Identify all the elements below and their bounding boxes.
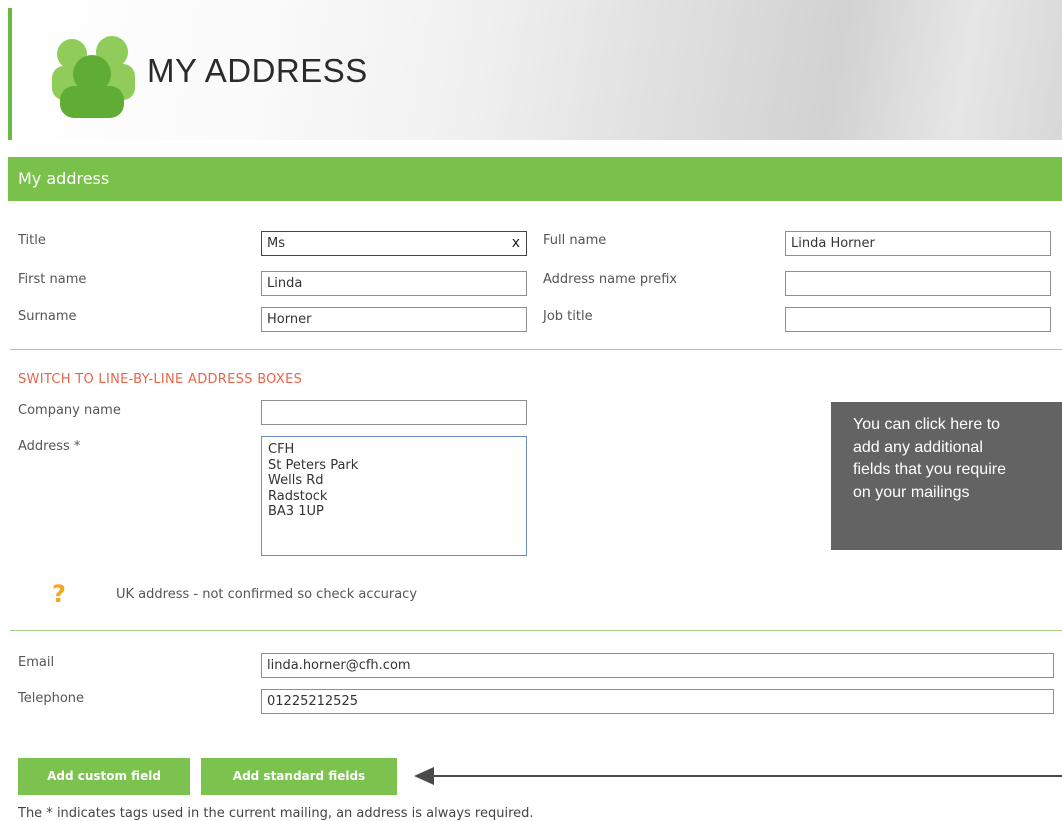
- address-line: Radstock: [268, 488, 328, 504]
- clear-icon[interactable]: x: [512, 235, 520, 251]
- email-input[interactable]: linda.horner@cfh.com: [261, 653, 1054, 678]
- company-name-label: Company name: [18, 403, 121, 418]
- annotation-line: add any additional: [853, 438, 983, 456]
- job-title-label: Job title: [543, 309, 593, 324]
- full-name-label: Full name: [543, 233, 607, 248]
- add-standard-fields-button[interactable]: Add standard fields: [201, 758, 397, 795]
- title-input[interactable]: Ms x: [261, 231, 527, 256]
- annotation-line: on your mailings: [853, 483, 970, 501]
- switch-to-line-by-line-link[interactable]: SWITCH TO LINE-BY-LINE ADDRESS BOXES: [18, 372, 302, 387]
- address-line: St Peters Park: [268, 457, 359, 473]
- address-line: Wells Rd: [268, 473, 324, 488]
- annotation-callout: You can click here to add any additional…: [831, 402, 1062, 550]
- surname-input[interactable]: Horner: [261, 307, 527, 332]
- section-title: My address: [18, 169, 110, 188]
- address-name-prefix-label: Address name prefix: [543, 272, 678, 287]
- title-value: Ms: [267, 236, 285, 251]
- first-name-input[interactable]: Linda: [261, 271, 527, 296]
- address-name-prefix-input[interactable]: [785, 271, 1051, 296]
- job-title-input[interactable]: [785, 307, 1051, 332]
- full-name-input[interactable]: Linda Horner: [785, 231, 1051, 256]
- address-line: BA3 1UP: [268, 504, 324, 519]
- annotation-line: You can click here to: [853, 416, 1001, 433]
- page-header: MY ADDRESS: [0, 0, 1062, 140]
- email-label: Email: [18, 655, 55, 670]
- company-name-input[interactable]: [261, 400, 527, 425]
- address-textarea[interactable]: CFH St Peters Park Wells Rd Radstock BA3…: [261, 436, 527, 556]
- divider: [10, 630, 1062, 631]
- annotation-arrow: [414, 767, 1062, 785]
- page-title: MY ADDRESS: [147, 52, 368, 89]
- first-name-label: First name: [18, 272, 87, 287]
- title-label: Title: [18, 233, 46, 248]
- address-warning-text: UK address - not confirmed so check accu…: [116, 587, 418, 602]
- annotation-line: fields that you require: [853, 461, 1006, 478]
- divider: [10, 349, 1062, 350]
- users-group-icon: [52, 36, 135, 118]
- question-mark-icon: ?: [52, 580, 66, 608]
- telephone-label: Telephone: [18, 691, 85, 706]
- add-custom-field-button[interactable]: Add custom field: [18, 758, 190, 795]
- telephone-input[interactable]: 01225212525: [261, 689, 1054, 714]
- address-line: CFH: [268, 442, 295, 457]
- accent-stripe: [8, 8, 12, 140]
- section-header: My address: [8, 157, 1062, 201]
- surname-label: Surname: [18, 309, 77, 324]
- address-label: Address *: [18, 439, 81, 454]
